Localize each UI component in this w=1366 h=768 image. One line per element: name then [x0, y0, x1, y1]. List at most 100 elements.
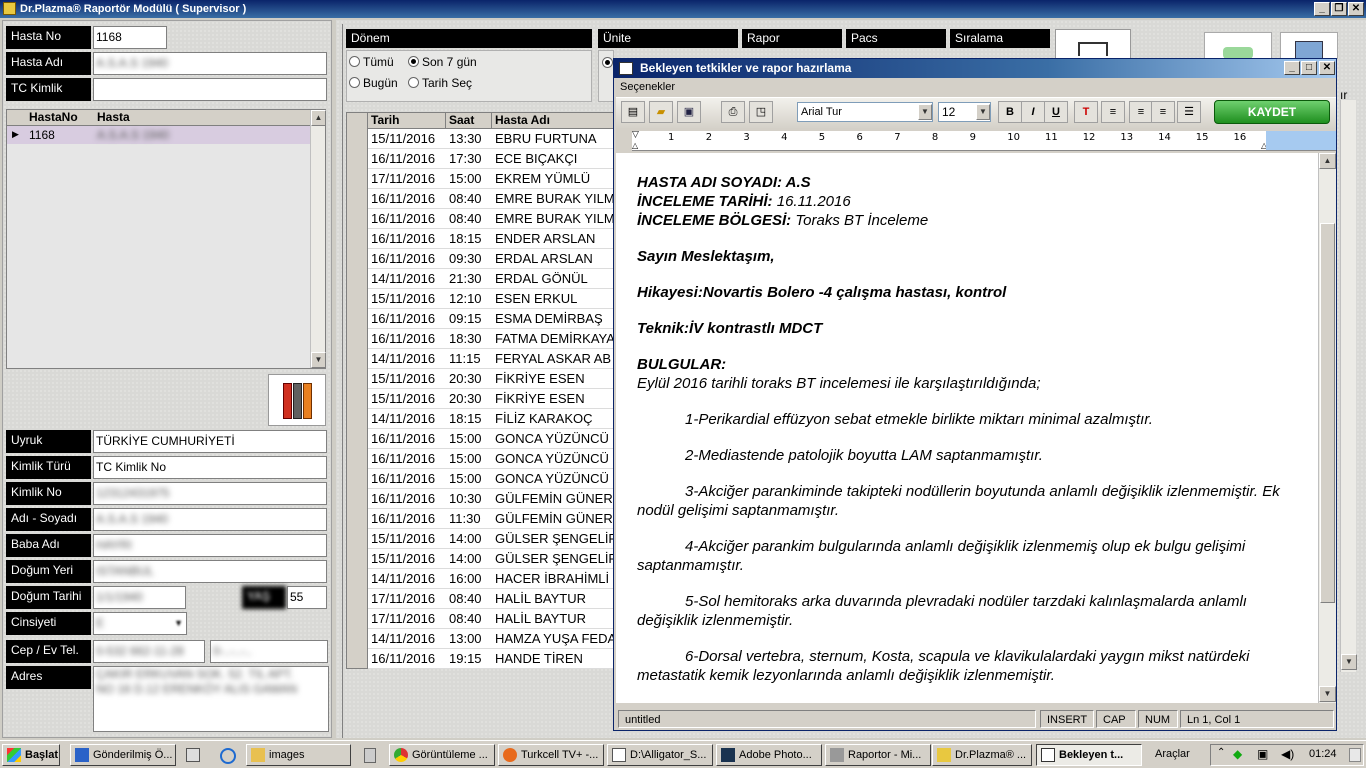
dialog-maximize-icon[interactable]: □ — [1301, 61, 1317, 75]
minimize-icon[interactable]: _ — [1314, 2, 1330, 16]
italic-icon[interactable]: I — [1021, 101, 1045, 123]
field-kimlik-turu[interactable]: TC Kimlik No — [93, 456, 327, 479]
col-hasta-adi[interactable]: Hasta Adı — [491, 113, 550, 128]
task-drplazma[interactable]: Dr.Plazma® ... — [932, 744, 1032, 766]
table-row[interactable]: 15/11/2016 14:00 GÜLSER ŞENGELİF — [368, 549, 616, 569]
table-row[interactable]: 15/11/2016 20:30 FİKRİYE ESEN — [368, 369, 616, 389]
scroll-down-icon[interactable]: ▼ — [1341, 654, 1357, 670]
table-row[interactable]: 14/11/2016 18:15 FİLİZ KARAKOÇ — [368, 409, 616, 429]
ruler[interactable]: ▽ △ △ 1 2 3 4 5 6 7 8 9 10 11 12 13 14 15 16 — [632, 131, 1336, 151]
field-adres[interactable]: ÇAKIR ERKUVAN SOK. 52. TIL APT. NO 16 D.… — [93, 666, 329, 732]
table-row[interactable]: 15/11/2016 12:10 ESEN ERKUL — [368, 289, 616, 309]
open-folder-icon[interactable]: ▰ — [649, 101, 673, 123]
radio-tarih-sec[interactable]: Tarih Seç — [408, 76, 472, 90]
bullet-list-icon[interactable]: ☰ — [1177, 101, 1201, 123]
radio-son7[interactable]: Son 7 gün — [408, 55, 477, 69]
chevron-down-icon[interactable]: ▼ — [976, 104, 990, 120]
task-raportor[interactable]: Raportor - Mi... — [825, 744, 931, 766]
araclar-toolbar[interactable]: Araçlar — [1155, 748, 1190, 760]
grid-scrollbar[interactable]: ▲ ▼ — [310, 110, 326, 368]
table-row[interactable]: 16/11/2016 15:00 GONCA YÜZÜNCÜ — [368, 449, 616, 469]
scroll-down-icon[interactable]: ▼ — [311, 352, 326, 368]
size-select[interactable]: 12 ▼ — [938, 102, 991, 122]
ie-icon[interactable] — [220, 748, 236, 764]
splitter[interactable] — [342, 24, 343, 738]
hasta-adi-input[interactable]: A.S.A.S 1940 — [93, 52, 327, 75]
table-row[interactable]: 14/11/2016 16:00 HACER İBRAHİMLİ — [368, 569, 616, 589]
scroll-up-icon[interactable]: ▲ — [1319, 153, 1336, 169]
save-disk-icon[interactable]: ▣ — [677, 101, 701, 123]
scroll-up-icon[interactable]: ▲ — [311, 110, 326, 126]
scroll-thumb[interactable] — [1320, 223, 1335, 603]
table-row[interactable]: 16/11/2016 19:15 HANDE TİREN — [368, 649, 616, 669]
dialog-minimize-icon[interactable]: _ — [1284, 61, 1300, 75]
start-button[interactable]: Başlat — [2, 744, 60, 766]
table-row[interactable]: 16/11/2016 08:40 EMRE BURAK YILM — [368, 209, 616, 229]
hasta-no-input[interactable]: 1168 — [93, 26, 167, 49]
table-row[interactable]: 15/11/2016 14:00 GÜLSER ŞENGELİF — [368, 529, 616, 549]
task-firefox[interactable]: Turkcell TV+ -... — [498, 744, 604, 766]
align-left-icon[interactable]: ≡ — [1101, 101, 1125, 123]
task-alligator[interactable]: D:\Alligator_S... — [607, 744, 713, 766]
print-preview-icon[interactable]: ◳ — [749, 101, 773, 123]
show-desktop-icon[interactable] — [1349, 748, 1361, 762]
scroll-down-icon[interactable]: ▼ — [1319, 686, 1336, 702]
col-saat[interactable]: Saat — [445, 113, 474, 128]
table-row[interactable]: 15/11/2016 20:30 FİKRİYE ESEN — [368, 389, 616, 409]
task-outlook[interactable]: Gönderilmiş Ö... — [70, 744, 176, 766]
dialog-close-icon[interactable]: ✕ — [1319, 61, 1335, 75]
network-icon[interactable]: ◆ — [1233, 747, 1242, 761]
report-list-icon[interactable] — [1055, 29, 1131, 59]
worklist-scrollbar[interactable]: ▼ — [1340, 100, 1357, 672]
field-ev-tel[interactable]: 0-..-..-.. — [210, 640, 328, 663]
clock[interactable]: 01:24 — [1309, 748, 1337, 760]
field-baba-adi[interactable]: HAYRI — [93, 534, 327, 557]
task-photoshop[interactable]: Adobe Photo... — [716, 744, 822, 766]
table-row[interactable]: 16/11/2016 18:30 FATMA DEMİRKAYA — [368, 329, 616, 349]
editor-scrollbar[interactable]: ▲ ▼ — [1318, 153, 1336, 703]
table-row[interactable]: 16/11/2016 15:00 GONCA YÜZÜNCÜ — [368, 469, 616, 489]
report-editor[interactable]: HASTA ADI SOYADI: A.S İNCELEME TARİHİ: 1… — [616, 153, 1318, 703]
text-color-icon[interactable]: T — [1074, 101, 1098, 123]
table-row[interactable]: 16/11/2016 15:00 GONCA YÜZÜNCÜ — [368, 429, 616, 449]
field-adi-soyadi[interactable]: A.S.A.S 1940 — [93, 508, 327, 531]
radio-selected-icon[interactable] — [602, 57, 613, 68]
table-row[interactable]: 17/11/2016 15:00 EKREM YÜMLÜ — [368, 169, 616, 189]
table-row[interactable]: 17/11/2016 08:40 HALİL BAYTUR — [368, 589, 616, 609]
table-row[interactable]: 16/11/2016 10:30 GÜLFEMİN GÜNER — [368, 489, 616, 509]
calculator-icon[interactable] — [364, 748, 376, 763]
field-cinsiyeti-select[interactable]: E ▼ — [93, 612, 187, 635]
dialog-titlebar[interactable]: Bekleyen tetkikler ve rapor hazırlama — [614, 59, 1336, 78]
task-chrome[interactable]: Görüntüleme ... — [389, 744, 495, 766]
print-icon[interactable]: ⎙ — [721, 101, 745, 123]
tray-expand-icon[interactable]: ⌃ — [1217, 747, 1225, 758]
field-uyruk[interactable]: TÜRKİYE CUMHURİYETİ — [93, 430, 327, 453]
app-icon[interactable] — [3, 2, 16, 15]
kaydet-button[interactable]: KAYDET — [1214, 100, 1330, 124]
table-row[interactable]: 14/11/2016 21:30 ERDAL GÖNÜL — [368, 269, 616, 289]
table-row[interactable]: 16/11/2016 18:15 ENDER ARSLAN — [368, 229, 616, 249]
table-row[interactable]: 16/11/2016 09:30 ERDAL ARSLAN — [368, 249, 616, 269]
radio-tumu[interactable]: Tümü — [349, 55, 394, 69]
new-doc-icon[interactable]: ▤ — [621, 101, 645, 123]
field-dogum-yeri[interactable]: ISTANBUL — [93, 560, 327, 583]
chevron-down-icon[interactable]: ▼ — [918, 104, 932, 120]
field-kimlik-no[interactable]: 12312431975 — [93, 482, 327, 505]
table-row[interactable]: 16/11/2016 17:30 ECE BIÇAKÇI — [368, 149, 616, 169]
field-cep-tel[interactable]: 0-532 662-11-28 — [93, 640, 205, 663]
maximize-icon[interactable]: ❐ — [1331, 2, 1347, 16]
green-action-icon[interactable] — [1204, 32, 1272, 59]
radio-bugun[interactable]: Bugün — [349, 76, 398, 90]
table-row[interactable]: 17/11/2016 08:40 HALİL BAYTUR — [368, 609, 616, 629]
menu-secenekler[interactable]: Seçenekler — [620, 81, 675, 93]
table-row[interactable]: 16/11/2016 11:30 GÜLFEMİN GÜNER — [368, 509, 616, 529]
tc-kimlik-input[interactable] — [93, 78, 327, 101]
patient-grid-row[interactable]: ▶ 1168 A.S.A.S 1940 — [7, 126, 325, 144]
font-select[interactable]: Arial Tur ▼ — [797, 102, 933, 122]
field-dogum-tarihi[interactable]: 1/1/1940 — [93, 586, 186, 609]
table-row[interactable]: 15/11/2016 13:30 EBRU FURTUNA — [368, 129, 616, 149]
task-bekleyen[interactable]: Bekleyen t... — [1036, 744, 1142, 766]
chevron-down-icon[interactable]: ▼ — [174, 613, 183, 634]
show-desktop-icon[interactable] — [186, 748, 200, 762]
yas-value[interactable]: 55 — [287, 586, 327, 609]
